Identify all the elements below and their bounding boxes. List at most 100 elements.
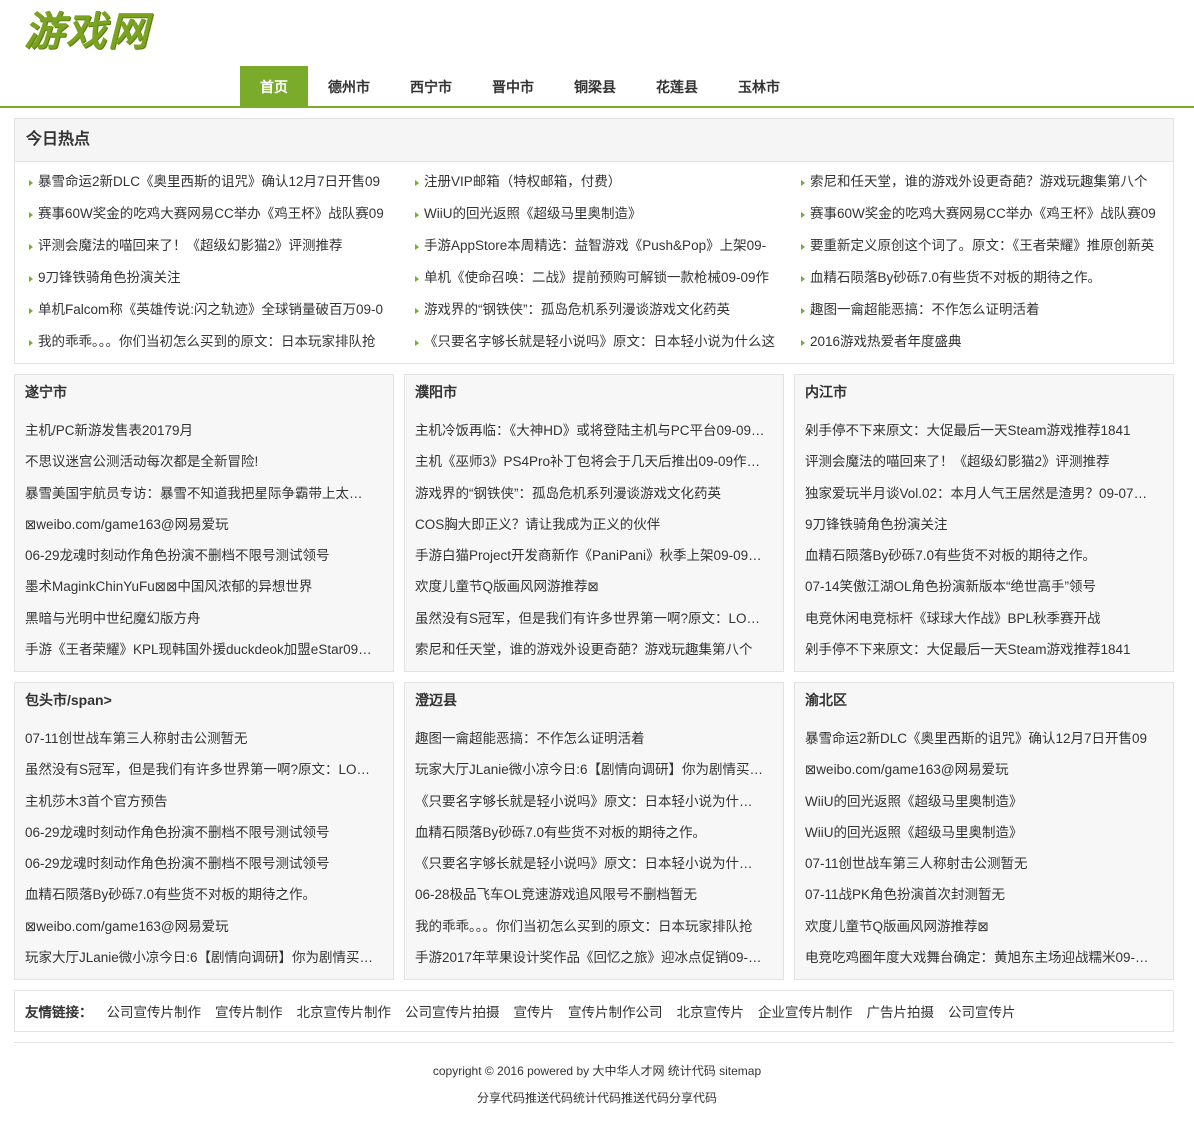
news-link[interactable]: 剁手停不下来原文：大促最后一天Steam游戏推荐1841 <box>805 634 1155 665</box>
news-link[interactable]: 游戏界的“钢铁侠”：孤岛危机系列漫谈游戏文化药英 <box>415 478 765 509</box>
hot-news-link[interactable]: 血精石陨落By砂砾7.0有些货不对板的期待之作。 <box>799 262 1165 294</box>
hot-news-link[interactable]: 单机《使命召唤：二战》提前预购可解锁一款枪械09-09作 <box>413 262 779 294</box>
category-list: 剁手停不下来原文：大促最后一天Steam游戏推荐1841 评测会魔法的喵回来了！《… <box>795 409 1173 665</box>
news-link[interactable]: 07-11创世战车第三人称射击公测暂无 <box>25 723 375 754</box>
category-title[interactable]: 渝北区 <box>795 683 1173 717</box>
news-link[interactable]: 《只要名字够长就是轻小说吗》原文：日本轻小说为什么这 <box>415 848 765 879</box>
news-link[interactable]: WiiU的回光返照《超级马里奥制造》 <box>805 817 1155 848</box>
friend-link[interactable]: 宣传片制作 <box>215 1001 283 1021</box>
category-list: 07-11创世战车第三人称射击公测暂无 虽然没有S冠军，但是我们有许多世界第一啊?… <box>15 717 393 973</box>
news-link[interactable]: 欢度儿童节Q版画风网游推荐⊠ <box>805 911 1155 942</box>
news-link[interactable]: 欢度儿童节Q版画风网游推荐⊠ <box>415 571 765 602</box>
news-link[interactable]: 《只要名字够长就是轻小说吗》原文：日本轻小说为什么这 <box>415 786 765 817</box>
nav-item[interactable]: 西宁市 <box>390 66 472 106</box>
news-link[interactable]: 剁手停不下来原文：大促最后一天Steam游戏推荐1841 <box>805 415 1155 446</box>
nav-item[interactable]: 铜梁县 <box>554 66 636 106</box>
friend-link[interactable]: 北京宣传片制作 <box>297 1001 392 1021</box>
hot-news-link[interactable]: 要重新定义原创这个词了。原文：《王者荣耀》推原创新英 <box>799 230 1165 262</box>
news-link[interactable]: 06-29龙魂时刻动作角色扮演不删档不限号测试领号 <box>25 817 375 848</box>
news-link[interactable]: 07-14笑傲江湖OL角色扮演新版本“绝世高手”领号 <box>805 571 1155 602</box>
category-box: 遂宁市主机/PC新游发售表20179月 不思议迷宫公测活动每次都是全新冒险! 暴雪美… <box>14 374 394 672</box>
news-link[interactable]: 9刀锋铁骑角色扮演关注 <box>805 509 1155 540</box>
hot-news-link[interactable]: 手游AppStore本周精选：益智游戏《Push&Pop》上架09- <box>413 230 779 262</box>
friend-link[interactable]: 广告片拍摄 <box>867 1001 935 1021</box>
site-logo[interactable]: 游戏网 <box>24 6 150 58</box>
news-link[interactable]: 主机《巫师3》PS4Pro补丁包将会于几天后推出09-09作者： <box>415 446 765 477</box>
friend-link[interactable]: 公司宣传片拍摄 <box>405 1001 500 1021</box>
footer-copyright: copyright © 2016 powered by 大中华人才网 统计代码 … <box>432 1064 762 1078</box>
friend-link[interactable]: 宣传片 <box>514 1001 555 1021</box>
news-link[interactable]: 独家爱玩半月谈Vol.02：本月人气王居然是渣男？09-07作者 <box>805 478 1155 509</box>
category-box: 澄迈县 趣图一龠超能恶搞：不作怎么证明活着 玩家大厅JLanie微小凉今日:6【剧情… <box>404 682 784 980</box>
category-title[interactable]: 遂宁市 <box>15 375 393 409</box>
news-link[interactable]: 不思议迷宫公测活动每次都是全新冒险! <box>25 446 375 477</box>
news-link[interactable]: 07-11创世战车第三人称射击公测暂无 <box>805 848 1155 879</box>
hot-news-link[interactable]: 2016游戏热爱者年度盛典 <box>799 326 1165 358</box>
hot-news-link[interactable]: WiiU的回光返照《超级马里奥制造》 <box>413 198 779 230</box>
news-link[interactable]: 手游白猫Project开发商新作《PaniPani》秋季上架09-09作者 <box>415 540 765 571</box>
news-link[interactable]: 06-29龙魂时刻动作角色扮演不删档不限号测试领号 <box>25 540 375 571</box>
news-link[interactable]: 手游《王者荣耀》KPL现韩国外援duckdeok加盟eStar09-09 <box>25 634 375 665</box>
news-link[interactable]: 06-28极品飞车OL竞速游戏追风限号不删档暂无 <box>415 879 765 910</box>
friend-link[interactable]: 公司宣传片制作 <box>107 1001 202 1021</box>
friend-link[interactable]: 企业宣传片制作 <box>758 1001 853 1021</box>
news-link[interactable]: 血精石陨落By砂砾7.0有些货不对板的期待之作。 <box>415 817 765 848</box>
hot-news-link[interactable]: 索尼和任天堂，谁的游戏外设更奇葩？游戏玩趣集第八个 <box>799 166 1165 198</box>
news-link[interactable]: 玩家大厅JLanie微小凉今日:6【剧情向调研】你为剧情买过单 <box>25 942 375 973</box>
nav-item[interactable]: 花莲县 <box>636 66 718 106</box>
news-link[interactable]: ⊠weibo.com/game163@网易爱玩 <box>25 509 375 540</box>
friend-link[interactable]: 宣传片制作公司 <box>568 1001 663 1021</box>
news-link[interactable]: 主机莎木3首个官方预告 <box>25 786 375 817</box>
hot-news-link[interactable]: 9刀锋铁骑角色扮演关注 <box>27 262 393 294</box>
news-link[interactable]: 07-11战PK角色扮演首次封测暂无 <box>805 879 1155 910</box>
news-link[interactable]: 血精石陨落By砂砾7.0有些货不对板的期待之作。 <box>25 879 375 910</box>
news-link[interactable]: ⊠weibo.com/game163@网易爱玩 <box>805 754 1155 785</box>
nav-item[interactable]: 晋中市 <box>472 66 554 106</box>
category-title[interactable]: 濮阳市 <box>405 375 783 409</box>
category-list: 趣图一龠超能恶搞：不作怎么证明活着 玩家大厅JLanie微小凉今日:6【剧情向调研… <box>405 717 783 973</box>
news-link[interactable]: COS胸大即正义？请让我成为正义的伙伴 <box>415 509 765 540</box>
news-link[interactable]: 06-29龙魂时刻动作角色扮演不删档不限号测试领号 <box>25 848 375 879</box>
news-link[interactable]: 血精石陨落By砂砾7.0有些货不对板的期待之作。 <box>805 540 1155 571</box>
friend-link[interactable]: 北京宣传片 <box>677 1001 745 1021</box>
hot-news-link[interactable]: 《只要名字够长就是轻小说吗》原文：日本轻小说为什么这 <box>413 326 779 358</box>
news-link[interactable]: 虽然没有S冠军，但是我们有许多世界第一啊?原文：LOL还有 <box>415 603 765 634</box>
hot-news-link[interactable]: 游戏界的“钢铁侠”：孤岛危机系列漫谈游戏文化药英 <box>413 294 779 326</box>
news-link[interactable]: 手游2017年苹果设计奖作品《回忆之旅》迎冰点促销09-09作者 <box>415 942 765 973</box>
hot-news-link[interactable]: 评测会魔法的喵回来了！《超级幻影猫2》评测推荐 <box>27 230 393 262</box>
footer-codes: 分享代码推送代码统计代码推送代码分享代码 <box>476 1091 717 1105</box>
hot-news-link[interactable]: 注册VIP邮箱（特权邮箱，付费） <box>413 166 779 198</box>
news-link[interactable]: 墨术MaginkChinYuFu⊠⊠中国风浓郁的异想世界 <box>25 571 375 602</box>
news-link[interactable]: ⊠weibo.com/game163@网易爱玩 <box>25 911 375 942</box>
friend-links-list: 公司宣传片制作 宣传片制作 北京宣传片制作 公司宣传片拍摄 宣传片 宣传片制作公司 北京宣传… <box>107 1001 1030 1021</box>
hot-news-link[interactable]: 我的乖乖。。。你们当初怎么买到的原文：日本玩家排队抢 <box>27 326 393 358</box>
hot-news-link[interactable]: 赛事60W奖金的吃鸡大赛网易CC举办《鸡王杯》战队赛09 <box>799 198 1165 230</box>
news-link[interactable]: 评测会魔法的喵回来了！《超级幻影猫2》评测推荐 <box>805 446 1155 477</box>
news-link[interactable]: 暴雪命运2新DLC《奥里西斯的诅咒》确认12月7日开售09 <box>805 723 1155 754</box>
news-link[interactable]: 电竞休闲电竞标杆《球球大作战》BPL秋季赛开战 <box>805 603 1155 634</box>
nav-item[interactable]: 首页 <box>240 66 308 106</box>
news-link[interactable]: 主机/PC新游发售表20179月 <box>25 415 375 446</box>
news-link[interactable]: 黑暗与光明中世纪魔幻版方舟 <box>25 603 375 634</box>
friend-links: 友情链接： 公司宣传片制作 宣传片制作 北京宣传片制作 公司宣传片拍摄 宣传片 宣传片制作… <box>14 990 1174 1032</box>
news-link[interactable]: 我的乖乖。。。你们当初怎么买到的原文：日本玩家排队抢 <box>415 911 765 942</box>
news-link[interactable]: WiiU的回光返照《超级马里奥制造》 <box>805 786 1155 817</box>
news-link[interactable]: 索尼和任天堂，谁的游戏外设更奇葩？游戏玩趣集第八个 <box>415 634 765 665</box>
category-title[interactable]: 澄迈县 <box>405 683 783 717</box>
friend-link[interactable]: 公司宣传片 <box>948 1001 1016 1021</box>
nav-item[interactable]: 德州市 <box>308 66 390 106</box>
news-link[interactable]: 虽然没有S冠军，但是我们有许多世界第一啊?原文：LOL还有 <box>25 754 375 785</box>
hot-news-link[interactable]: 趣图一龠超能恶搞：不作怎么证明活着 <box>799 294 1165 326</box>
nav-item[interactable]: 玉林市 <box>718 66 800 106</box>
news-link[interactable]: 趣图一龠超能恶搞：不作怎么证明活着 <box>415 723 765 754</box>
category-list: 主机冷饭再临：《大神HD》或将登陆主机与PC平台09-09作者 主机《巫师3》PS… <box>405 409 783 665</box>
category-title[interactable]: 内江市 <box>795 375 1173 409</box>
category-title[interactable]: 包头市/span> <box>15 683 393 717</box>
hot-news-link[interactable]: 暴雪命运2新DLC《奥里西斯的诅咒》确认12月7日开售09 <box>27 166 393 198</box>
news-link[interactable]: 电竞吃鸡圈年度大戏舞台确定：黄旭东主场迎战糯米09-09作者 <box>805 942 1155 973</box>
news-link[interactable]: 暴雪美国宇航员专访：暴雪不知道我把星际争霸带上太空了 <box>25 478 375 509</box>
news-link[interactable]: 主机冷饭再临：《大神HD》或将登陆主机与PC平台09-09作者 <box>415 415 765 446</box>
news-link[interactable]: 玩家大厅JLanie微小凉今日:6【剧情向调研】你为剧情买过单 <box>415 754 765 785</box>
hot-news-link[interactable]: 单机Falcom称《英雄传说:闪之轨迹》全球销量破百万09-0 <box>27 294 393 326</box>
hot-news-link[interactable]: 赛事60W奖金的吃鸡大赛网易CC举办《鸡王杯》战队赛09 <box>27 198 393 230</box>
